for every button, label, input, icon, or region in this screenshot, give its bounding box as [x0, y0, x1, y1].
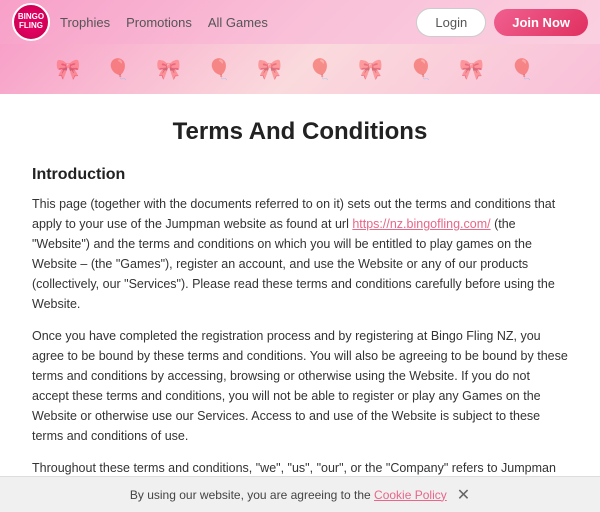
header-buttons: Login Join Now [416, 8, 588, 37]
nav-all-games[interactable]: All Games [208, 15, 268, 30]
main-content: Terms And Conditions Introduction This p… [0, 94, 600, 476]
header: BINGO FLING Trophies Promotions All Game… [0, 0, 600, 44]
section-heading-introduction: Introduction [32, 166, 568, 184]
banner-strip [0, 44, 600, 94]
join-now-button[interactable]: Join Now [494, 9, 588, 36]
cookie-policy-link[interactable]: Cookie Policy [374, 488, 447, 502]
nav-trophies[interactable]: Trophies [60, 15, 110, 30]
logo[interactable]: BINGO FLING [12, 3, 50, 41]
cookie-bar-text: By using our website, you are agreeing t… [130, 488, 371, 502]
cookie-close-button[interactable]: ✕ [457, 485, 470, 505]
login-button[interactable]: Login [416, 8, 486, 37]
intro-paragraph-3: Throughout these terms and conditions, "… [32, 458, 568, 476]
intro-paragraph-2: Once you have completed the registration… [32, 326, 568, 446]
nav-promotions[interactable]: Promotions [126, 15, 192, 30]
intro-paragraph-1: This page (together with the documents r… [32, 194, 568, 314]
page-title: Terms And Conditions [32, 118, 568, 146]
cookie-bar: By using our website, you are agreeing t… [0, 476, 600, 512]
logo-area: BINGO FLING Trophies Promotions All Game… [12, 3, 268, 41]
website-link[interactable]: https://nz.bingofling.com/ [352, 217, 490, 231]
nav-links: Trophies Promotions All Games [60, 15, 268, 30]
